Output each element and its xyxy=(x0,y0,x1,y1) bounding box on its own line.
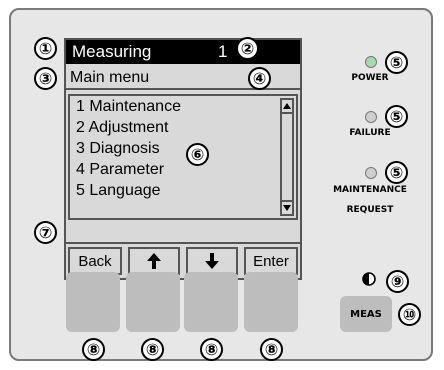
triangle-down-icon xyxy=(283,205,291,211)
power-led-label: POWER xyxy=(351,73,389,83)
up-key[interactable] xyxy=(126,272,180,332)
scroll-up-arrow[interactable] xyxy=(282,100,292,114)
display-title-number: 1 xyxy=(218,42,228,61)
contrast-icon xyxy=(362,272,376,286)
callout-7: ⑦ xyxy=(34,221,57,244)
callout-1: ① xyxy=(34,37,57,60)
menu-item-adjustment[interactable]: 2 Adjustment xyxy=(76,119,169,137)
maintenance-led-label-line2: REQUEST xyxy=(346,205,394,215)
failure-led-label: FAILURE xyxy=(349,128,391,138)
softkey-enter-label: Enter xyxy=(244,247,298,275)
callout-3: ③ xyxy=(34,67,57,90)
maintenance-request-led xyxy=(365,167,377,179)
back-key[interactable] xyxy=(66,272,120,332)
arrow-up-icon xyxy=(147,253,161,269)
meas-button[interactable]: MEAS xyxy=(340,296,392,332)
callout-6: ⑥ xyxy=(186,143,209,166)
callout-8-up: ⑧ xyxy=(141,338,164,361)
menu-header-label: Main menu xyxy=(70,69,150,86)
callout-5-maintenance: ⑤ xyxy=(385,161,408,184)
display-title-bar: Measuring 1 xyxy=(66,40,300,64)
menu-item-language[interactable]: 5 Language xyxy=(76,182,161,200)
menu-item-parameter[interactable]: 4 Parameter xyxy=(76,161,164,179)
callout-8-down: ⑧ xyxy=(200,338,223,361)
maintenance-led-label-line1: MAINTENANCE xyxy=(333,185,407,195)
menu-item-maintenance[interactable]: 1 Maintenance xyxy=(76,98,181,116)
callout-9: ⑨ xyxy=(386,270,409,293)
scroll-down-arrow[interactable] xyxy=(282,200,292,214)
callout-10: ⑩ xyxy=(398,303,421,326)
callout-8-enter: ⑧ xyxy=(260,338,283,361)
enter-key[interactable] xyxy=(244,272,298,332)
softkey-back-label: Back xyxy=(68,247,122,275)
menu-list: 1 Maintenance 2 Adjustment 3 Diagnosis 4… xyxy=(68,94,298,220)
callout-4: ④ xyxy=(248,67,271,90)
display-title: Measuring xyxy=(72,42,152,61)
arrow-down-icon xyxy=(205,253,219,269)
softkey-up-label xyxy=(128,247,180,275)
callout-5-power: ⑤ xyxy=(385,51,408,74)
triangle-up-icon xyxy=(283,103,291,109)
status-line xyxy=(66,222,300,244)
callout-8-back: ⑧ xyxy=(82,338,105,361)
softkey-down-label xyxy=(186,247,238,275)
menu-scrollbar[interactable] xyxy=(280,98,294,216)
callout-5-failure: ⑤ xyxy=(385,105,408,128)
menu-item-diagnosis[interactable]: 3 Diagnosis xyxy=(76,140,160,158)
power-led xyxy=(365,56,377,68)
callout-2: ② xyxy=(236,37,259,60)
down-key[interactable] xyxy=(184,272,238,332)
failure-led xyxy=(365,111,377,123)
